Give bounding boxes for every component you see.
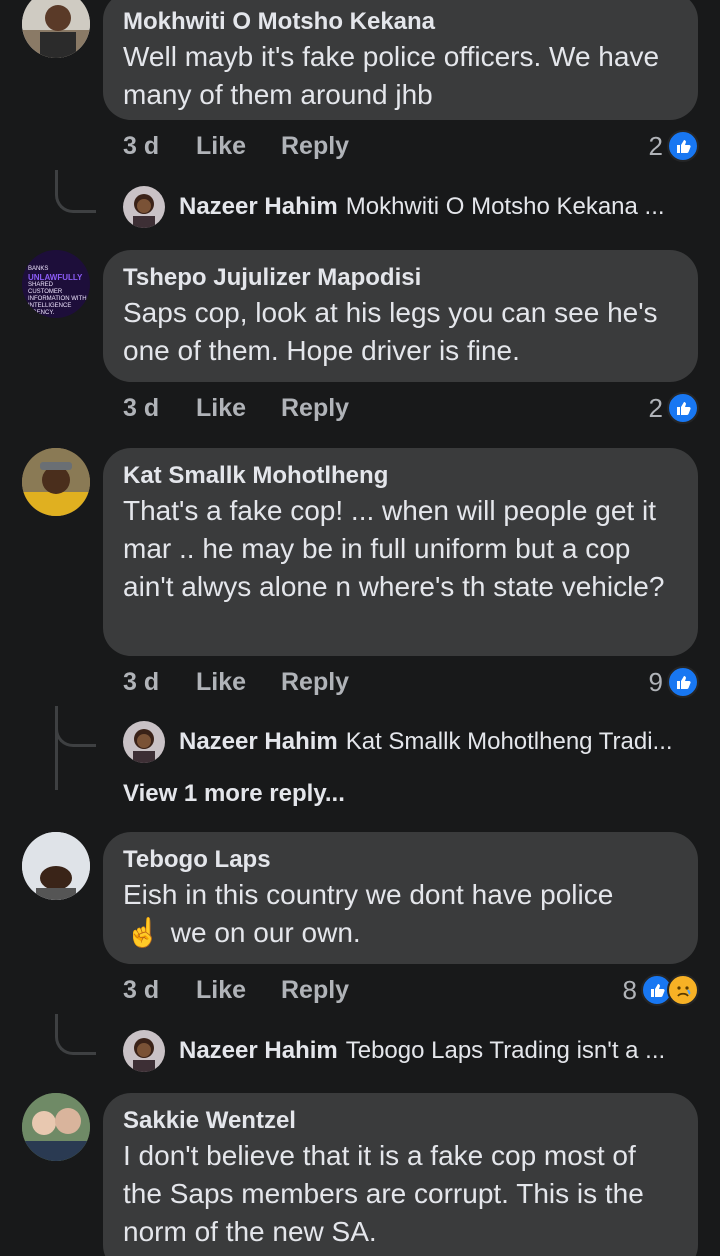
comment-bubble[interactable]: Kat Smallk Mohotlheng That's a fake cop!… — [103, 448, 698, 656]
view-more-replies-link[interactable]: View 1 more reply... — [123, 780, 345, 808]
avatar[interactable] — [22, 448, 90, 516]
comment-actions: 3 d Like Reply 2 — [123, 128, 699, 168]
reaction-count: 2 — [648, 392, 663, 423]
reply-author[interactable]: Nazeer Hahim — [179, 728, 338, 756]
like-button[interactable]: Like — [196, 668, 246, 697]
comment-author[interactable]: Tshepo Jujulizer Mapodisi — [123, 262, 678, 294]
comment-text: That's a fake cop! ... when will people … — [123, 495, 665, 602]
comment-text: I don't believe that it is a fake cop mo… — [123, 1140, 644, 1247]
reply-author[interactable]: Nazeer Hahim — [179, 193, 338, 221]
avatar[interactable] — [22, 832, 90, 900]
comment-text: Eish in this country we dont have police… — [123, 876, 678, 952]
comment-text-segment: we on our own. — [170, 917, 361, 948]
comment-text-line: ☝ we on our own. — [123, 914, 678, 952]
avatar-text: SHARED CUSTOMER — [28, 282, 63, 295]
comment-text-line: Eish in this country we dont have police — [123, 879, 614, 910]
pointing-up-emoji: ☝ — [125, 917, 161, 948]
like-reaction-icon — [667, 392, 699, 424]
avatar-text: INFORMATION WITH — [28, 296, 87, 302]
comment-bubble[interactable]: Tshepo Jujulizer Mapodisi Saps cop, look… — [103, 250, 698, 382]
comment-time[interactable]: 3 d — [123, 668, 159, 697]
avatar[interactable] — [22, 0, 90, 58]
avatar — [123, 186, 165, 228]
avatar-poster: BANKS UNLAWFULLY SHARED CUSTOMER INFORMA… — [28, 266, 88, 317]
reply-button[interactable]: Reply — [281, 132, 349, 161]
reaction-count: 9 — [648, 666, 663, 697]
reply-preview-text: Kat Smallk Mohotlheng Tradi... — [345, 728, 673, 755]
like-reaction-icon — [667, 130, 699, 162]
avatar — [123, 721, 165, 763]
reaction-count: 2 — [648, 130, 663, 161]
reply-button[interactable]: Reply — [281, 976, 349, 1005]
comment-actions: 3 d Like Reply 8 — [123, 972, 699, 1012]
reply-author[interactable]: Nazeer Hahim — [179, 1037, 338, 1065]
like-reaction-icon — [667, 666, 699, 698]
reaction-summary[interactable]: 8 — [623, 972, 699, 1008]
comment-bubble[interactable]: Sakkie Wentzel I don't believe that it i… — [103, 1093, 698, 1256]
reply-preview-text: Mokhwiti O Motsho Kekana ... — [345, 193, 665, 220]
reply-preview-row[interactable]: Nazeer Hahim Kat Smallk Mohotlheng Tradi… — [123, 720, 699, 764]
reply-preview-row[interactable]: Nazeer Hahim Tebogo Laps Trading isn't a… — [123, 1029, 699, 1073]
reply-preview-row[interactable]: Nazeer Hahim Mokhwiti O Motsho Kekana ..… — [123, 185, 699, 229]
avatar[interactable] — [22, 1093, 90, 1161]
comment-time[interactable]: 3 d — [123, 394, 159, 423]
comment-author[interactable]: Sakkie Wentzel — [123, 1105, 678, 1137]
avatar-text: AGENCY. — [28, 310, 55, 316]
comment-time[interactable]: 3 d — [123, 132, 159, 161]
avatar-text: BANKS — [28, 266, 49, 272]
like-button[interactable]: Like — [196, 976, 246, 1005]
like-button[interactable]: Like — [196, 394, 246, 423]
comment-author[interactable]: Tebogo Laps — [123, 844, 678, 876]
comment-author[interactable]: Mokhwiti O Motsho Kekana — [123, 6, 678, 38]
comment-bubble[interactable]: Mokhwiti O Motsho Kekana Well mayb it's … — [103, 0, 698, 120]
reply-preview-text: Tebogo Laps Trading isn't a ... — [345, 1037, 666, 1064]
avatar[interactable]: BANKS UNLAWFULLY SHARED CUSTOMER INFORMA… — [22, 250, 90, 318]
reaction-summary[interactable]: 9 — [649, 664, 699, 700]
reply-thread-line — [55, 1014, 96, 1055]
comment-time[interactable]: 3 d — [123, 976, 159, 1005]
avatar — [123, 1030, 165, 1072]
reply-thread-line — [55, 706, 96, 747]
comments-feed: Mokhwiti O Motsho Kekana Well mayb it's … — [0, 0, 720, 1256]
comment-actions: 3 d Like Reply 2 — [123, 390, 699, 430]
reaction-summary[interactable]: 2 — [649, 390, 699, 426]
avatar-text: INTELLIGENCE — [28, 303, 72, 309]
comment-actions: 3 d Like Reply 9 — [123, 664, 699, 704]
reaction-summary[interactable]: 2 — [649, 128, 699, 164]
comment-author[interactable]: Kat Smallk Mohotlheng — [123, 460, 678, 492]
comment-text: Saps cop, look at his legs you can see h… — [123, 297, 658, 366]
comment-text: Well mayb it's fake police officers. We … — [123, 41, 660, 110]
avatar-text: UNLAWFULLY — [28, 273, 83, 282]
reply-button[interactable]: Reply — [281, 394, 349, 423]
reply-button[interactable]: Reply — [281, 668, 349, 697]
reaction-count: 8 — [622, 974, 637, 1005]
like-button[interactable]: Like — [196, 132, 246, 161]
sad-reaction-icon — [667, 974, 699, 1006]
comment-bubble[interactable]: Tebogo Laps Eish in this country we dont… — [103, 832, 698, 964]
reply-thread-line — [55, 170, 96, 213]
